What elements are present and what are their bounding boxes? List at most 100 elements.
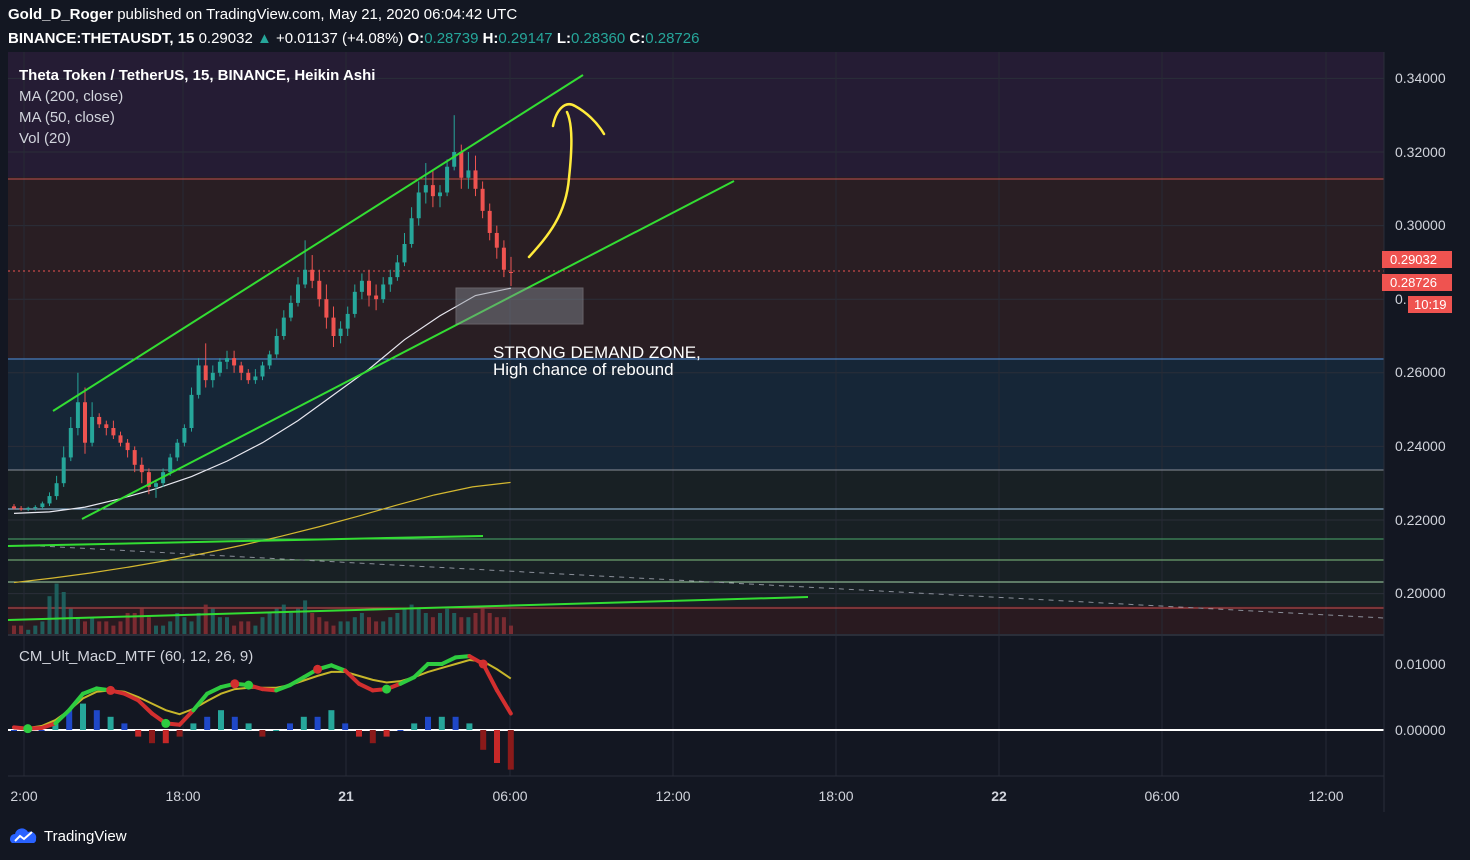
volume-bar xyxy=(288,613,293,634)
volume-bar xyxy=(83,621,87,634)
time-tick: 06:00 xyxy=(1144,788,1180,804)
candle-body xyxy=(12,506,16,509)
volume-bar xyxy=(374,621,379,634)
volume-bar xyxy=(40,621,45,634)
macd-cross-dot xyxy=(313,664,323,674)
candle-body xyxy=(26,507,31,509)
macd-histogram-bar xyxy=(383,730,390,737)
macd-line-segment xyxy=(329,663,348,673)
candle-body xyxy=(239,365,244,373)
candle-body xyxy=(345,313,350,329)
macd-histogram-bar xyxy=(411,723,418,730)
price-tick: 0.22000 xyxy=(1395,512,1446,528)
candle-body xyxy=(253,376,258,381)
close-price-badge: 0.28726 xyxy=(1382,274,1452,291)
volume-bar xyxy=(203,604,208,634)
time-tick: 12:00 xyxy=(655,788,691,804)
volume-bar xyxy=(196,613,201,634)
candle-body xyxy=(423,185,428,193)
last-price-badge: 0.29032 xyxy=(1382,251,1452,268)
publish-info: published on TradingView.com, May 21, 20… xyxy=(117,6,518,23)
macd-histogram-bar xyxy=(507,730,514,770)
candle-body xyxy=(217,361,222,373)
macd-histogram-bar xyxy=(314,716,321,730)
macd-cross-dot xyxy=(23,724,33,734)
candle-body xyxy=(260,365,265,377)
price-tick-partial: 0. xyxy=(1395,291,1407,307)
low-label: L: xyxy=(556,30,571,47)
candle-body xyxy=(445,166,450,193)
symbol-name: BINANCE:THETAUSDT, 15 xyxy=(8,30,195,47)
time-tick: 12:00 xyxy=(1308,788,1344,804)
volume-bar xyxy=(146,617,151,634)
volume-bar xyxy=(253,625,258,634)
candle-body xyxy=(40,503,45,508)
candle-body xyxy=(388,277,393,285)
macd-histogram-bar xyxy=(135,730,142,737)
volume-bar xyxy=(459,617,464,634)
macd-legend[interactable]: CM_Ult_MacD_MTF (60, 12, 26, 9) xyxy=(19,648,253,665)
annotation-line-1: STRONG DEMAND ZONE, xyxy=(493,343,701,362)
macd-histogram-bar xyxy=(162,730,169,744)
candle-body xyxy=(97,416,102,425)
volume-bar xyxy=(210,608,215,634)
legend-volume[interactable]: Vol (20) xyxy=(19,130,71,147)
price-tick: 0.32000 xyxy=(1395,144,1446,160)
author-name[interactable]: Gold_D_Roger xyxy=(8,6,113,23)
candle-body xyxy=(246,372,251,381)
candle-body xyxy=(473,170,478,189)
macd-cross-dot xyxy=(244,680,254,690)
candle-body xyxy=(303,269,308,285)
macd-histogram-bar xyxy=(190,723,197,730)
candle-body xyxy=(75,402,80,428)
macd-histogram-bar xyxy=(287,723,293,730)
candle-body xyxy=(452,152,457,167)
macd-histogram-bar xyxy=(176,730,183,737)
time-tick: 18:00 xyxy=(165,788,201,804)
time-tick: 22 xyxy=(991,788,1007,804)
volume-bar xyxy=(438,613,442,634)
annotation-line-2: High chance of rebound xyxy=(493,360,674,379)
volume-bar xyxy=(97,621,102,634)
macd-histogram-bar xyxy=(438,716,445,730)
macd-cross-dot xyxy=(382,684,392,694)
macd-histogram-bar xyxy=(466,723,473,730)
candle-body xyxy=(331,317,336,336)
candle-body xyxy=(438,192,442,197)
volume-bar xyxy=(168,621,173,634)
candle-body xyxy=(19,508,24,510)
legend-ma50[interactable]: MA (50, close) xyxy=(19,109,115,126)
candle-body xyxy=(288,302,293,318)
candle-body xyxy=(374,295,379,300)
time-tick: 21 xyxy=(338,788,354,804)
candle-body xyxy=(175,442,180,458)
macd-histogram-bar xyxy=(452,716,459,730)
macd-histogram-bar xyxy=(397,730,404,731)
candle-body xyxy=(154,483,158,487)
candle-body xyxy=(352,291,357,314)
macd-histogram-bar xyxy=(356,730,362,737)
candle-body xyxy=(324,299,329,318)
symbol-line: BINANCE:THETAUSDT, 15 0.29032 ▲ +0.01137… xyxy=(8,30,699,47)
open-label: O: xyxy=(407,30,425,47)
price-change: +0.01137 (+4.08%) xyxy=(276,30,404,47)
legend-ma200[interactable]: MA (200, close) xyxy=(19,88,123,105)
volume-bar xyxy=(189,621,194,634)
macd-cross-dot xyxy=(478,659,488,669)
macd-histogram-bar xyxy=(480,730,487,750)
candle-body xyxy=(125,442,130,451)
volume-bar xyxy=(239,621,244,634)
candle-body xyxy=(182,428,187,443)
macd-tick: 0.00000 xyxy=(1395,722,1446,738)
macd-histogram-bar xyxy=(121,723,128,730)
price-tick: 0.20000 xyxy=(1395,585,1446,601)
macd-line-segment xyxy=(357,681,375,693)
chart-canvas[interactable] xyxy=(0,52,1470,812)
tradingview-logo[interactable]: TradingView xyxy=(8,826,127,846)
candle-body xyxy=(409,218,414,244)
demand-zone-box xyxy=(455,287,584,325)
volume-bar xyxy=(473,613,478,634)
volume-bar xyxy=(359,613,364,634)
candle-body xyxy=(487,210,492,233)
candle-body xyxy=(232,358,237,366)
